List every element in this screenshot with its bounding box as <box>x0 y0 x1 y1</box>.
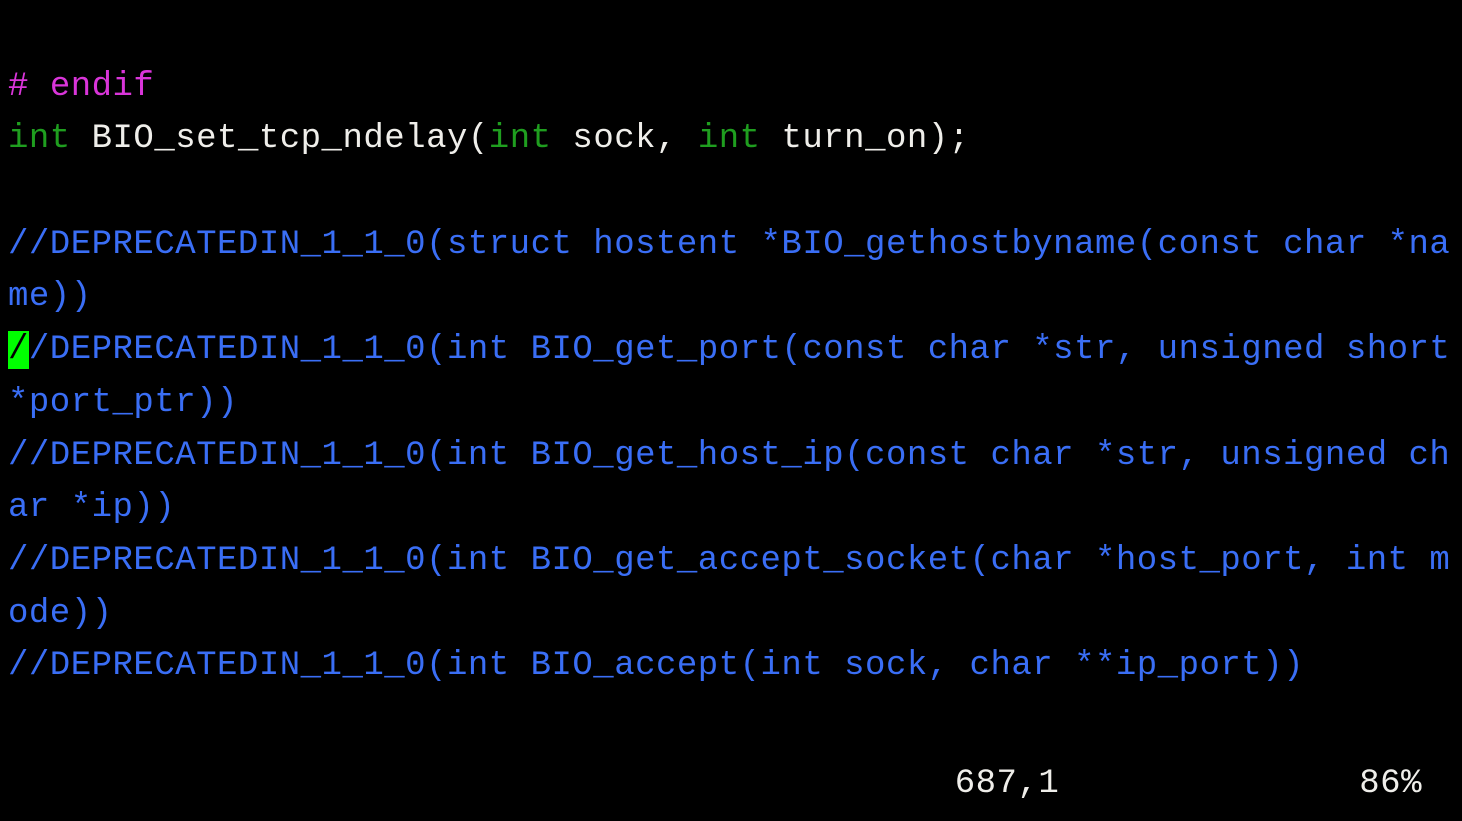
func-decl-end: turn_on); <box>761 120 970 158</box>
comment-line-3: //DEPRECATEDIN_1_1_0(int BIO_get_host_ip… <box>8 437 1450 528</box>
status-line: 687,1 86% <box>913 706 1462 811</box>
cursor: / <box>8 331 29 369</box>
type-int-2: int <box>489 120 552 158</box>
preproc-endif: endif <box>50 68 155 106</box>
comment-line-4: //DEPRECATEDIN_1_1_0(int BIO_get_accept_… <box>8 542 1450 633</box>
comment-line-2: /DEPRECATEDIN_1_1_0(int BIO_get_port(con… <box>8 331 1462 422</box>
func-decl-mid-a: BIO_set_tcp_ndelay( <box>71 120 489 158</box>
preproc-hash: # <box>8 68 50 106</box>
cursor-position: 687,1 <box>955 765 1060 803</box>
editor-content[interactable]: # endif int BIO_set_tcp_ndelay(int sock,… <box>8 8 1454 693</box>
func-decl-mid-b: sock, <box>552 120 698 158</box>
type-int-3: int <box>698 120 761 158</box>
comment-line-1: //DEPRECATEDIN_1_1_0(struct hostent *BIO… <box>8 226 1450 317</box>
comment-line-5: //DEPRECATEDIN_1_1_0(int BIO_accept(int … <box>8 647 1304 685</box>
type-int-1: int <box>8 120 71 158</box>
scroll-percent: 86% <box>1359 765 1422 803</box>
